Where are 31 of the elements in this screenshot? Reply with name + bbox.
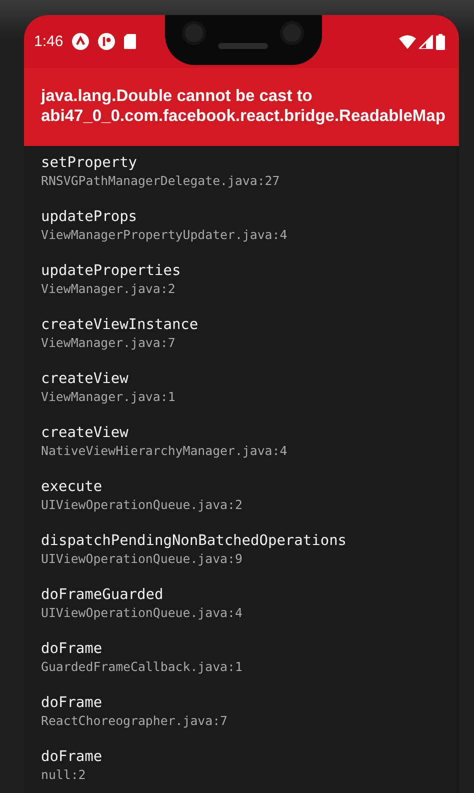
notification-icon [98,33,116,50]
file-location: RNSVGPathManagerDelegate.java:27 [41,173,280,189]
method-name: createView [41,370,128,389]
signal-icon [419,34,433,48]
file-location: ViewManagerPropertyUpdater.java:4 [41,227,288,243]
method-name: updateProperties [41,262,181,281]
method-name: dispatchPendingNonBatchedOperations [41,532,347,551]
file-location: UIViewOperationQueue.java:2 [41,497,242,513]
method-name: doFrameGuarded [41,586,164,605]
notification-icon [72,33,90,50]
method-name: doFrame [41,694,102,713]
method-name: createViewInstance [41,316,198,335]
wifi-icon [399,34,416,48]
file-location: null:2 [41,767,86,783]
method-name: createView [41,424,128,443]
file-location: GuardedFrameCallback.java:1 [41,659,242,675]
file-location: UIViewOperationQueue.java:4 [41,605,242,621]
file-location: UIViewOperationQueue.java:9 [41,551,242,567]
method-name: doFrame [41,748,102,767]
method-name: execute [41,478,102,497]
sd-card-icon [124,34,136,49]
file-location: NativeViewHierarchyManager.java:4 [41,443,288,459]
method-name: setProperty [41,154,138,173]
file-location: ViewManager.java:7 [41,335,176,351]
battery-icon [436,34,445,50]
file-location: ViewManager.java:1 [41,389,176,405]
method-name: updateProps [41,208,138,227]
method-name: doFrame [41,640,102,659]
status-time: 1:46 [34,33,64,50]
file-location: ReactChoreographer.java:7 [41,713,228,729]
file-location: ViewManager.java:2 [41,281,176,297]
